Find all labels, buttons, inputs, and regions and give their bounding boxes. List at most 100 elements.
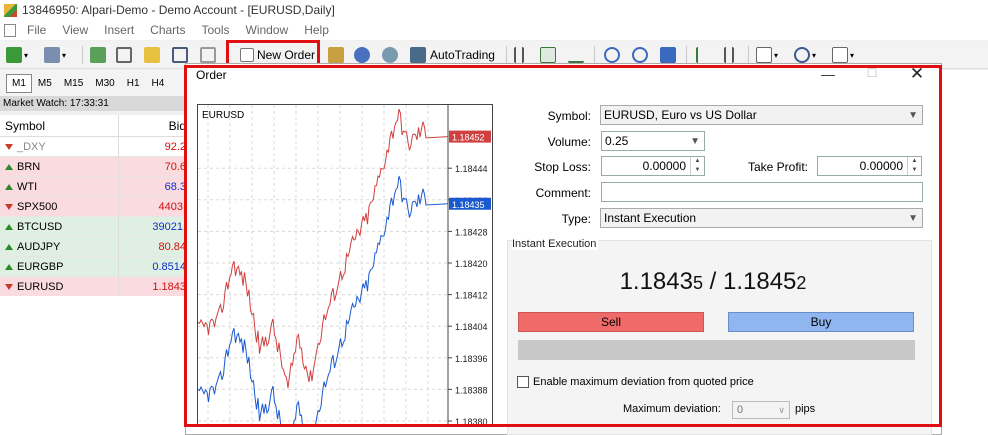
tile-icon	[660, 47, 676, 63]
market-watch-table: Symbol Bid _DXY 92.2 BRN 70.6 WTI 68.3 SPX500 4…	[0, 115, 190, 297]
window-title: 13846950: Alpari-Demo - Demo Account - […	[22, 3, 335, 17]
bid-cell: 0.8514	[152, 260, 186, 273]
bid-cell: 92.2	[164, 140, 186, 153]
menu-bar: File View Insert Charts Tools Window Hel…	[0, 20, 988, 40]
profiles-button[interactable]: ▾	[44, 45, 66, 65]
new-chart-button[interactable]: ▾	[6, 45, 28, 65]
navigator-button[interactable]	[144, 45, 160, 65]
arrow-up-icon	[5, 263, 13, 270]
autoscroll-icon	[724, 47, 734, 63]
arrow-down-icon	[5, 203, 13, 210]
toolbar-separator	[594, 46, 595, 64]
profiles-icon	[44, 47, 60, 63]
menu-window[interactable]: Window	[239, 23, 298, 37]
autotrading-button[interactable]: AutoTrading	[410, 45, 495, 65]
expert-editor-button[interactable]	[328, 45, 344, 65]
templates-button[interactable]: ▾	[832, 45, 854, 65]
arrow-down-icon	[5, 143, 13, 150]
market-watch-header: Market Watch: 17:33:31	[0, 96, 190, 111]
arrow-down-icon	[5, 283, 13, 290]
bid-cell: 4403.	[158, 200, 186, 213]
menu-tools[interactable]: Tools	[195, 23, 239, 37]
zoom-in-icon	[604, 47, 620, 63]
market-watch-column-headers: Symbol Bid	[0, 115, 190, 137]
candlestick-button[interactable]	[540, 45, 556, 65]
symbol-cell: BTCUSD	[0, 221, 118, 233]
arrow-up-icon	[5, 163, 13, 170]
menu-charts[interactable]: Charts	[143, 23, 194, 37]
symbol-name: BTCUSD	[17, 220, 63, 233]
column-bid[interactable]: Bid	[118, 119, 190, 133]
toolbar-separator	[506, 46, 507, 64]
menu-file[interactable]: File	[20, 23, 55, 37]
market-watch-row[interactable]: EURUSD 1.1843	[0, 277, 190, 297]
indicators-icon	[756, 47, 772, 63]
symbol-cell: SPX500	[0, 201, 118, 213]
symbol-cell: AUDJPY	[0, 241, 118, 253]
timeframe-m1[interactable]: M1	[6, 73, 32, 93]
timeframe-h1[interactable]: H1	[121, 74, 146, 93]
clock-icon	[794, 47, 810, 63]
symbol-name: _DXY	[17, 140, 46, 153]
timeframe-m30[interactable]: M30	[89, 74, 120, 93]
document-icon	[4, 23, 16, 37]
indicators-button[interactable]: ▾	[756, 45, 778, 65]
symbol-cell: BRN	[0, 161, 118, 173]
globe-icon	[382, 47, 398, 63]
arrow-up-icon	[5, 223, 13, 230]
autotrading-label: AutoTrading	[430, 48, 495, 62]
market-watch-button[interactable]	[90, 45, 106, 65]
symbol-cell: _DXY	[0, 141, 118, 153]
order-dialog-highlight-box	[184, 65, 942, 427]
symbol-name: AUDJPY	[17, 240, 61, 253]
chart-shift-button[interactable]	[696, 45, 706, 65]
zoom-out-icon	[632, 47, 648, 63]
window-titlebar: 13846950: Alpari-Demo - Demo Account - […	[0, 0, 988, 20]
strategy-tester-button[interactable]	[200, 45, 216, 65]
toolbar-separator	[82, 46, 83, 64]
tile-windows-button[interactable]	[660, 45, 676, 65]
vps-button[interactable]	[382, 45, 398, 65]
timeframe-m15[interactable]: M15	[58, 74, 89, 93]
zoom-out-button[interactable]	[632, 45, 648, 65]
menu-insert[interactable]: Insert	[97, 23, 143, 37]
market-watch-row[interactable]: BRN 70.6	[0, 157, 190, 177]
timeframe-m5[interactable]: M5	[32, 74, 58, 93]
line-chart-button[interactable]	[568, 45, 584, 65]
timeframe-h4[interactable]: H4	[146, 74, 171, 93]
app-logo-icon	[4, 3, 17, 17]
periods-button[interactable]: ▾	[794, 45, 816, 65]
symbol-name: EURUSD	[17, 280, 64, 293]
tester-icon	[200, 47, 216, 63]
autoscroll-button[interactable]	[724, 45, 734, 65]
symbol-name: WTI	[17, 180, 38, 193]
templates-icon	[832, 47, 848, 63]
signals-button[interactable]	[354, 45, 370, 65]
market-watch-rows: _DXY 92.2 BRN 70.6 WTI 68.3 SPX500 4403. BTCUSD 3…	[0, 137, 190, 297]
bid-cell: 39021.	[152, 220, 186, 233]
market-watch-row[interactable]: AUDJPY 80.84	[0, 237, 190, 257]
menu-help[interactable]: Help	[297, 23, 338, 37]
market-watch-row[interactable]: EURGBP 0.8514	[0, 257, 190, 277]
market-watch-row[interactable]: WTI 68.3	[0, 177, 190, 197]
bar-chart-button[interactable]	[514, 45, 524, 65]
market-watch-row[interactable]: SPX500 4403.	[0, 197, 190, 217]
bid-cell: 70.6	[164, 160, 186, 173]
autotrading-icon	[410, 47, 426, 63]
terminal-button[interactable]	[172, 45, 188, 65]
bid-cell: 68.3	[164, 180, 186, 193]
column-symbol[interactable]: Symbol	[0, 119, 118, 133]
symbol-cell: EURGBP	[0, 261, 118, 273]
timeframe-bar: M1 M5 M15 M30 H1 H4	[0, 70, 190, 96]
symbol-name: BRN	[17, 160, 41, 173]
data-window-button[interactable]	[116, 45, 132, 65]
menu-view[interactable]: View	[55, 23, 97, 37]
bar-chart-icon	[514, 47, 524, 63]
market-watch-row[interactable]: BTCUSD 39021.	[0, 217, 190, 237]
arrow-up-icon	[5, 243, 13, 250]
zoom-in-button[interactable]	[604, 45, 620, 65]
market-watch-row[interactable]: _DXY 92.2	[0, 137, 190, 157]
terminal-icon	[172, 47, 188, 63]
chart-shift-icon	[696, 47, 706, 63]
bid-cell: 1.1843	[152, 280, 186, 293]
